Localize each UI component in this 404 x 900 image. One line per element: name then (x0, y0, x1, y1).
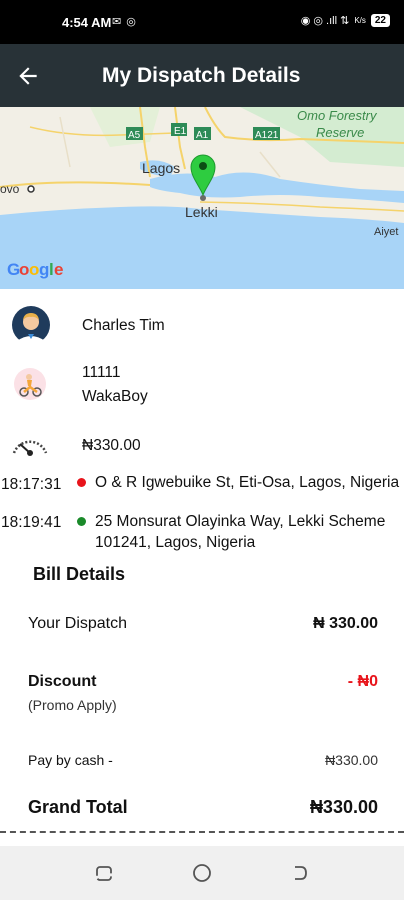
vehicle-type: WakaBoy (82, 388, 148, 405)
road-shield-a121: A121 (255, 130, 279, 141)
map-label-forest-2: Reserve (316, 125, 364, 140)
recents-button[interactable] (93, 862, 115, 884)
status-speed-unit: K/s (354, 16, 366, 25)
your-dispatch-value: ₦ 330.00 (313, 615, 378, 632)
home-button[interactable] (191, 862, 213, 884)
back-button[interactable] (10, 58, 46, 94)
google-logo: G o o g l e (7, 260, 63, 279)
driver-avatar-icon (11, 305, 51, 348)
dropoff-address-line1: 25 Monsurat Olayinka Way, Lekki Scheme (95, 513, 386, 530)
map-label-aiyet: Aiyet (374, 226, 398, 238)
map-label-forest-1: Omo Forestry (297, 108, 378, 123)
driver-row: Charles Tim (0, 304, 404, 348)
pickup-time: 18:17:31 (1, 476, 62, 493)
app-bar: My Dispatch Details (0, 44, 404, 107)
home-icon (193, 864, 211, 882)
map-view[interactable]: A5 E1 A1 A121 Omo Forestry Reserve Lagos… (0, 107, 404, 289)
pay-by-cash-value: ₦330.00 (325, 752, 378, 768)
google-logo-o1: o (19, 260, 29, 279)
promo-label: (Promo Apply) (28, 697, 117, 713)
road-shield-a1: A1 (196, 130, 209, 141)
dropoff-time: 18:19:41 (1, 514, 62, 531)
bill-title: Bill Details (33, 564, 126, 584)
rider-icon (13, 367, 47, 401)
google-logo-g2: g (39, 260, 49, 279)
status-bar: 4:54 AM ✉ ◎ ◉ ◎ .ıll ⇅ K/s 22 (0, 0, 404, 44)
receipt-divider (0, 831, 404, 833)
road-shield-a5: A5 (128, 130, 141, 141)
nav-back-icon (295, 866, 307, 880)
recents-icon (96, 866, 112, 881)
map-label-lagos: Lagos (142, 160, 180, 176)
status-right-icons: ◉ ◎ .ıll ⇅ K/s 22 (301, 14, 390, 27)
vehicle-row: 11111 WakaBoy (0, 362, 404, 412)
dropoff-row: 18:19:41 25 Monsurat Olayinka Way, Lekki… (0, 510, 404, 556)
discount-label: Discount (28, 673, 97, 690)
nav-back-button[interactable] (288, 862, 310, 884)
your-dispatch-label: Your Dispatch (28, 615, 128, 632)
status-signal-icons: ◉ ◎ .ıll ⇅ (300, 15, 350, 27)
grand-total-value: ₦330.00 (309, 797, 378, 817)
map-label-lekki: Lekki (185, 204, 218, 220)
vehicle-number: 11111 (82, 364, 121, 381)
discount-value: - ₦0 (347, 673, 378, 690)
google-logo-o2: o (29, 260, 39, 279)
status-notification-icons: ✉ ◎ (112, 16, 137, 28)
arrow-left-icon (19, 67, 37, 85)
pay-by-cash-label: Pay by cash - (28, 752, 113, 768)
fare-amount: ₦330.00 (82, 437, 141, 454)
grand-total-label: Grand Total (28, 797, 128, 817)
pickup-dot-icon (77, 478, 86, 487)
dropoff-address-line2: 101241, Lagos, Nigeria (95, 534, 256, 551)
page-title: My Dispatch Details (102, 64, 301, 87)
road-shield-e1: E1 (174, 126, 187, 137)
driver-name: Charles Tim (82, 317, 165, 334)
map-label-ovo: ovo (0, 182, 20, 196)
map-canvas: A5 E1 A1 A121 Omo Forestry Reserve Lagos… (0, 107, 404, 289)
fare-row: ₦330.00 (0, 427, 404, 463)
pickup-row: 18:17:31 O & R Igwebuike St, Eti-Osa, La… (0, 472, 404, 498)
pickup-address: O & R Igwebuike St, Eti-Osa, Lagos, Nige… (95, 474, 400, 491)
speedometer-icon (9, 427, 51, 457)
system-nav-bar (0, 846, 404, 900)
status-time: 4:54 AM (62, 15, 112, 30)
battery-icon: 22 (370, 14, 390, 27)
google-logo-e: e (54, 260, 63, 279)
dropoff-dot-icon (77, 517, 86, 526)
